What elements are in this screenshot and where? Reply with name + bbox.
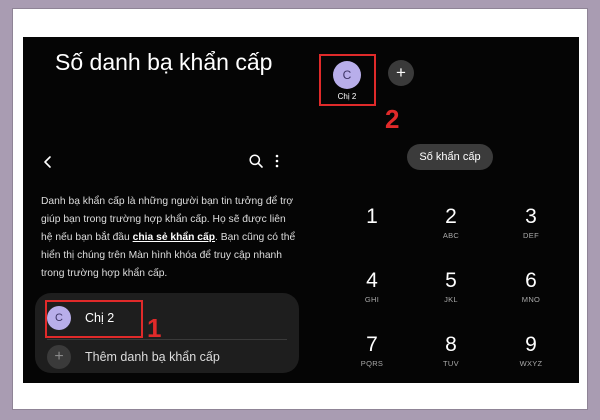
key-digit: 4 <box>366 269 378 292</box>
emergency-sharing-link[interactable]: chia sẻ khẩn cấp <box>133 232 215 243</box>
key-digit: 7 <box>366 333 378 356</box>
keypad-key-8[interactable]: 8 TUV <box>421 333 481 377</box>
more-vertical-icon[interactable] <box>274 153 280 169</box>
key-letters: ABC <box>442 231 460 240</box>
keypad-key-9[interactable]: 9 WXYZ <box>501 333 561 377</box>
keypad-key-7[interactable]: 7 PQRS <box>342 333 402 377</box>
article-frame: Số danh bạ khẩn cấp Danh bạ khẩn cấp là … <box>12 8 588 410</box>
key-letters: PQRS <box>360 359 384 368</box>
key-digit: 9 <box>525 333 537 356</box>
keypad-key-6[interactable]: 6 MNO <box>501 269 561 313</box>
key-letters: MNO <box>521 295 541 304</box>
highlight-box-2 <box>319 54 376 106</box>
key-letters: JKL <box>444 295 458 304</box>
key-digit: 8 <box>445 333 457 356</box>
key-letters: DEF <box>523 231 539 240</box>
key-digit: 1 <box>366 205 378 228</box>
description-text: Danh bạ khẩn cấp là những người bạn tin … <box>41 193 299 283</box>
key-letters: GHI <box>364 295 380 304</box>
keypad-key-4[interactable]: 4 GHI <box>342 269 402 313</box>
chevron-left-icon[interactable] <box>41 155 55 169</box>
key-digit: 2 <box>445 205 457 228</box>
key-letters: WXYZ <box>519 359 543 368</box>
key-digit: 6 <box>525 269 537 292</box>
keypad-key-1[interactable]: 1 <box>342 205 402 249</box>
add-contact-label: Thêm danh bạ khẩn cấp <box>85 350 220 364</box>
plus-icon: + <box>47 345 71 369</box>
keypad-key-3[interactable]: 3 DEF <box>501 205 561 249</box>
keypad-key-5[interactable]: 5 JKL <box>421 269 481 313</box>
add-emergency-contact-button[interactable]: + Thêm danh bạ khẩn cấp <box>47 343 220 371</box>
key-digit: 5 <box>445 269 457 292</box>
emergency-contacts-screen: Số danh bạ khẩn cấp Danh bạ khẩn cấp là … <box>23 37 305 383</box>
annotation-number-1: 1 <box>147 313 162 343</box>
search-icon[interactable] <box>248 153 264 169</box>
annotation-number-2: 2 <box>385 104 400 134</box>
divider <box>47 339 287 340</box>
key-letters: TUV <box>443 359 459 368</box>
add-favorite-button[interactable]: + <box>388 60 414 86</box>
highlight-box-1 <box>45 300 143 338</box>
key-digit: 3 <box>525 205 537 228</box>
emergency-call-button[interactable]: Số khẩn cấp <box>407 144 493 170</box>
phone-screens: Số danh bạ khẩn cấp Danh bạ khẩn cấp là … <box>23 37 579 383</box>
keypad-key-2[interactable]: 2 ABC <box>421 205 481 249</box>
page-title: Số danh bạ khẩn cấp <box>55 49 273 75</box>
